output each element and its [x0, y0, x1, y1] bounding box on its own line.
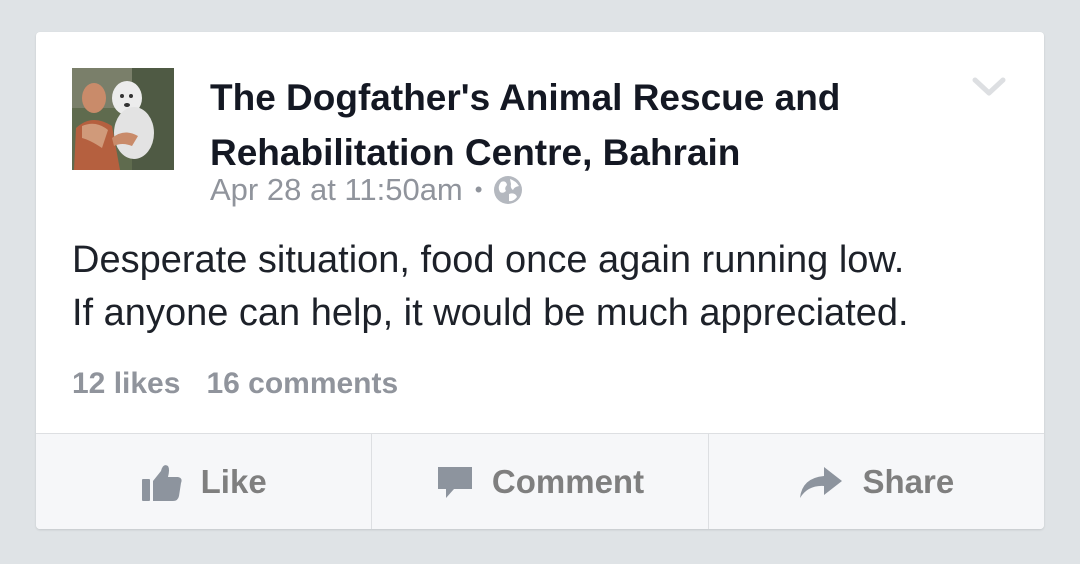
post-meta: Apr 28 at 11:50am •: [210, 170, 524, 210]
meta-separator: •: [474, 177, 483, 202]
action-bar: Like Comment Share: [36, 433, 1044, 529]
globe-icon[interactable]: [492, 174, 524, 206]
like-button[interactable]: Like: [36, 434, 371, 529]
page-avatar[interactable]: [72, 68, 174, 170]
avatar-photo: [72, 68, 174, 170]
share-arrow-icon: [800, 467, 843, 498]
comment-button[interactable]: Comment: [371, 434, 707, 529]
post-text: Desperate situation, food once again run…: [72, 239, 909, 334]
thumbs-up-icon: [141, 465, 182, 501]
speech-bubble-icon: [437, 467, 472, 498]
chevron-down-icon[interactable]: [971, 75, 1007, 99]
page-name-link[interactable]: The Dogfather's Animal Rescue and Rehabi…: [210, 70, 930, 180]
likes-count[interactable]: 12 likes: [72, 367, 180, 401]
comment-label: Comment: [491, 463, 645, 500]
post-stats: 12 likes 16 comments: [72, 362, 398, 406]
post-timestamp[interactable]: Apr 28 at 11:50am: [210, 172, 463, 208]
comments-count[interactable]: 16 comments: [206, 367, 398, 401]
like-label: Like: [200, 463, 267, 500]
share-button[interactable]: Share: [707, 434, 1044, 529]
share-label: Share: [862, 463, 955, 500]
post-card: The Dogfather's Animal Rescue and Rehabi…: [36, 32, 1044, 529]
